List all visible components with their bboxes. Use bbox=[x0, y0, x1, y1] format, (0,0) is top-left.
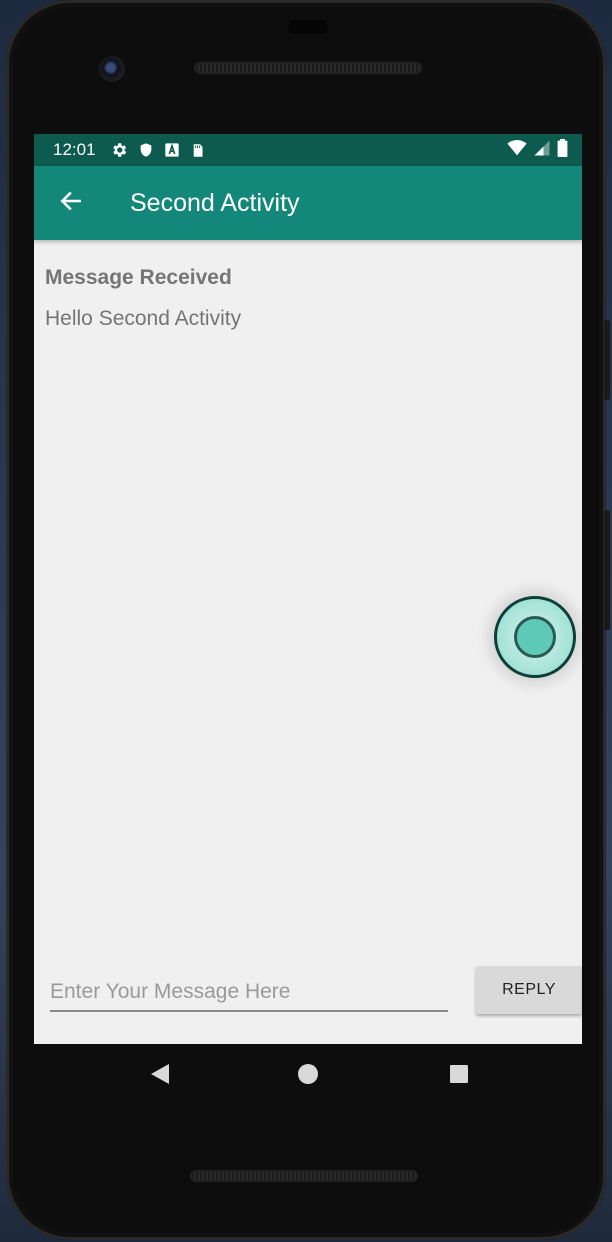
back-button[interactable] bbox=[34, 166, 108, 240]
message-text: Hello Second Activity bbox=[45, 307, 242, 330]
content-area: Message Received Hello Second Activity bbox=[34, 240, 582, 357]
volume-button bbox=[604, 320, 610, 400]
bottom-speaker bbox=[190, 1170, 418, 1182]
status-bar: 12:01 bbox=[34, 134, 582, 166]
compose-row: REPLY bbox=[50, 966, 582, 1016]
page-title: Second Activity bbox=[130, 188, 300, 217]
nav-home-button[interactable] bbox=[296, 1064, 320, 1088]
message-input[interactable] bbox=[50, 974, 448, 1012]
arrow-left-icon bbox=[58, 188, 84, 218]
screen: 12:01 Second Activity Message Received H… bbox=[34, 134, 582, 1044]
reply-button[interactable]: REPLY bbox=[476, 966, 582, 1014]
message-header: Message Received bbox=[45, 266, 232, 289]
nav-recents-button[interactable] bbox=[447, 1064, 471, 1088]
touch-indicator bbox=[494, 596, 576, 678]
gear-icon bbox=[110, 141, 128, 159]
front-camera bbox=[99, 56, 125, 82]
status-right-icons bbox=[507, 138, 568, 162]
recents-icon bbox=[449, 1064, 469, 1088]
power-button bbox=[604, 510, 610, 630]
app-bar: Second Activity bbox=[34, 166, 582, 240]
sensor bbox=[288, 20, 328, 34]
status-time: 12:01 bbox=[53, 140, 96, 159]
wifi-icon bbox=[507, 139, 527, 161]
phone-frame: 12:01 Second Activity Message Received H… bbox=[6, 0, 610, 1240]
earpiece-speaker bbox=[194, 62, 422, 74]
back-icon bbox=[149, 1062, 171, 1090]
navigation-bar bbox=[34, 1044, 582, 1108]
home-icon bbox=[297, 1063, 319, 1089]
sd-card-icon bbox=[190, 142, 205, 159]
nav-back-button[interactable] bbox=[148, 1064, 172, 1088]
shield-icon bbox=[138, 141, 154, 159]
battery-icon bbox=[557, 138, 568, 162]
a-badge-icon bbox=[164, 142, 180, 158]
touch-dot bbox=[514, 616, 556, 658]
signal-icon bbox=[533, 139, 551, 162]
